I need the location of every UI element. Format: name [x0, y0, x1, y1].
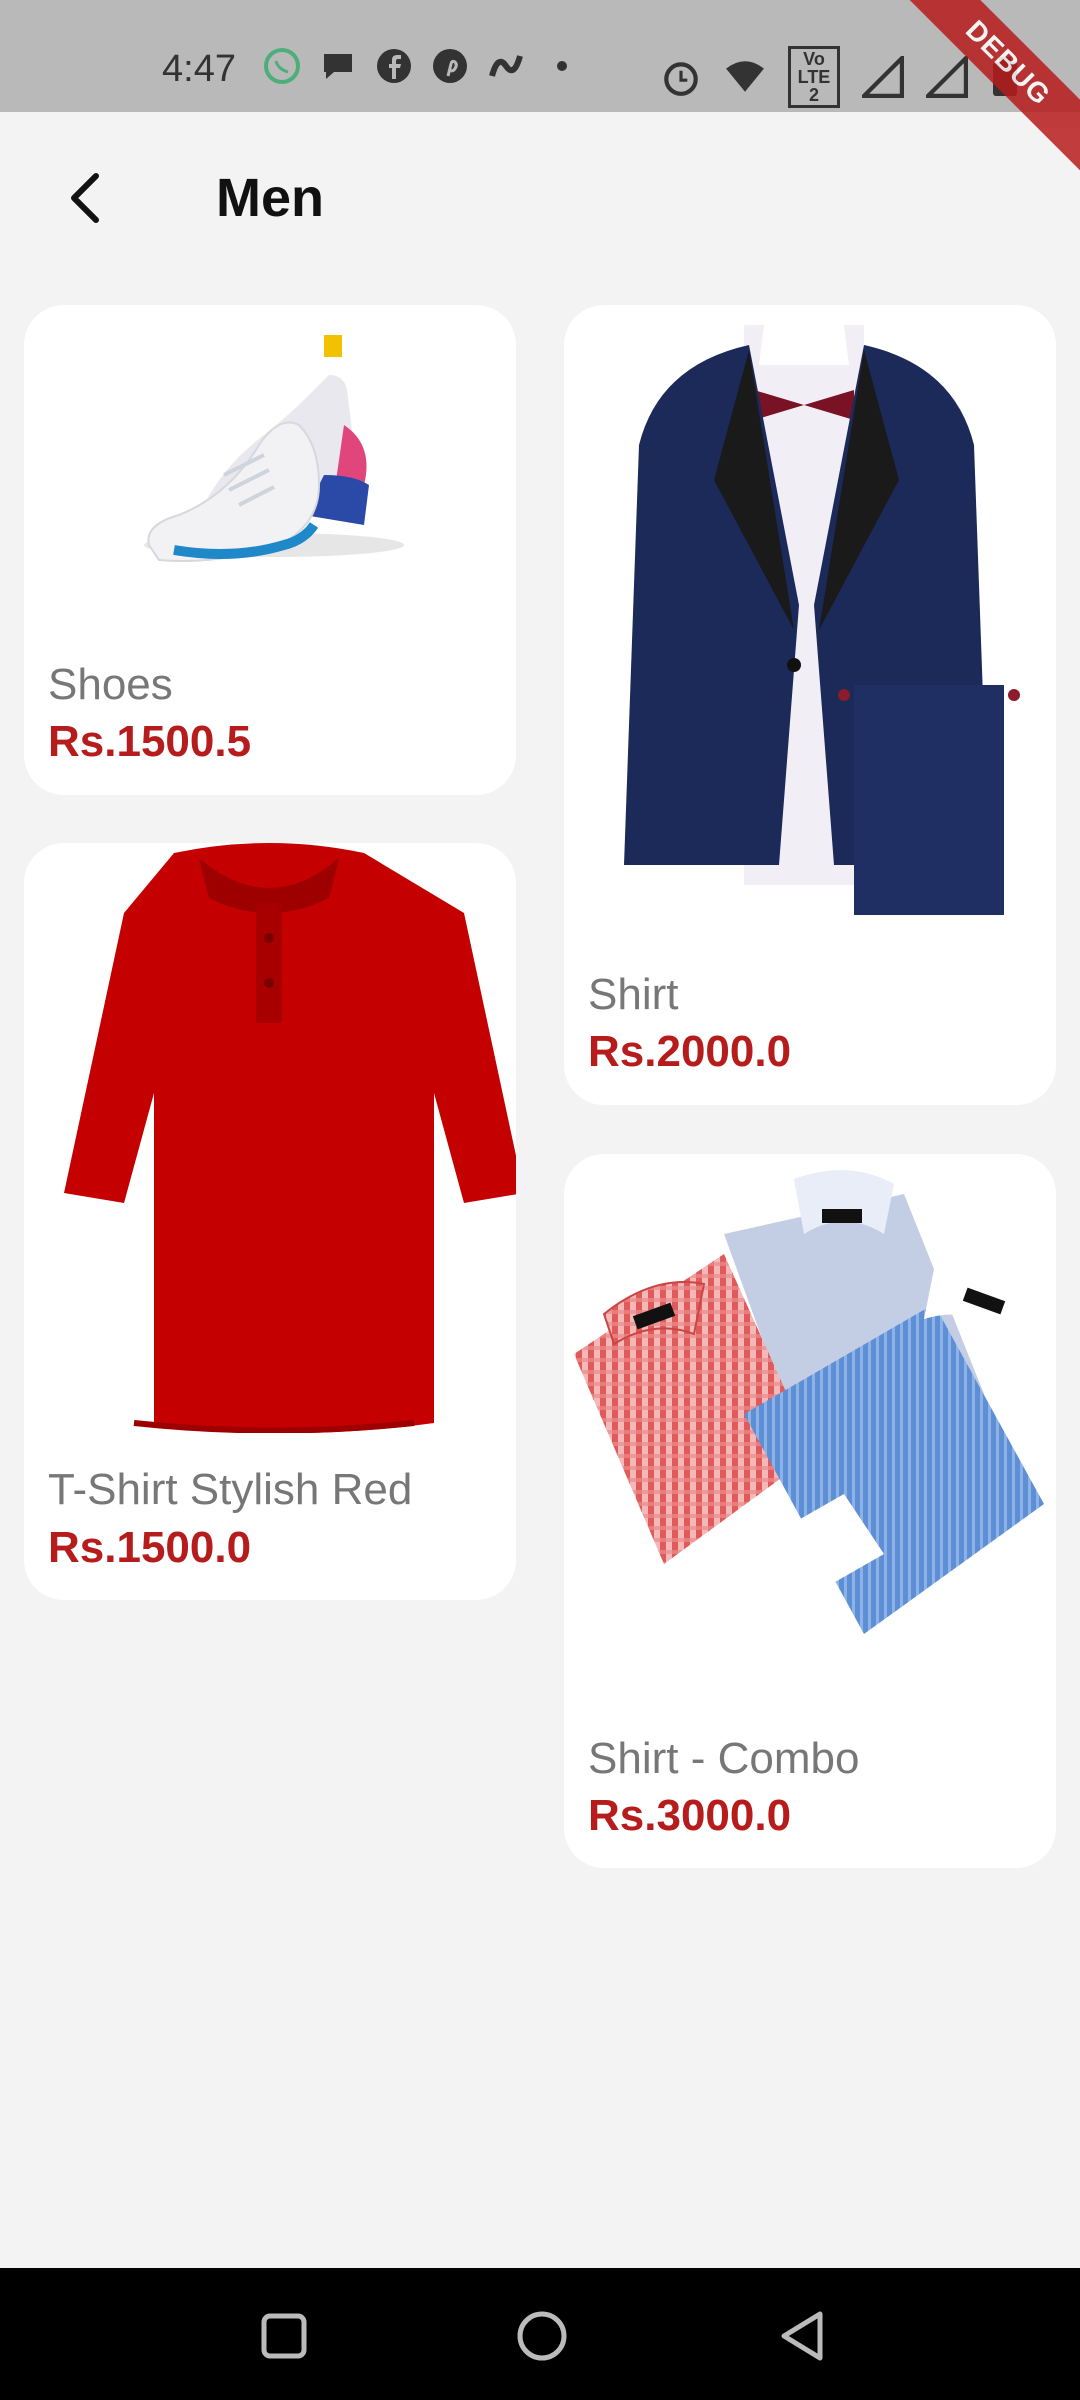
- back-triangle-icon: [781, 2311, 823, 2361]
- status-bar: 4:47 Vo LTE 2 DEBUG: [0, 0, 1080, 173]
- dot-icon: [557, 61, 567, 71]
- facebook-icon: [377, 49, 411, 83]
- home-button[interactable]: [512, 2306, 572, 2366]
- back-button[interactable]: [50, 162, 122, 234]
- signal-icon: [862, 56, 904, 98]
- product-image-shirt-combo: [574, 1170, 1044, 1634]
- product-name: T-Shirt Stylish Red: [48, 1465, 413, 1514]
- navigation-bar: [0, 2268, 1080, 2400]
- whatsapp-icon: [264, 48, 300, 84]
- app-bar: Men: [0, 112, 1080, 282]
- product-image-suit: [624, 317, 1020, 915]
- product-card[interactable]: T-Shirt Stylish Red Rs.1500.0: [24, 843, 516, 1600]
- product-card[interactable]: Shoes Rs.1500.5: [24, 305, 516, 795]
- alarm-icon: [664, 62, 698, 96]
- page-title: Men: [216, 168, 324, 228]
- product-price: Rs.3000.0: [588, 1791, 792, 1840]
- volte-icon: Vo LTE 2: [788, 46, 840, 108]
- status-time: 4:47: [162, 48, 236, 90]
- product-card[interactable]: Shirt - Combo Rs.3000.0: [564, 1154, 1056, 1868]
- recents-button[interactable]: [254, 2306, 314, 2366]
- product-price: Rs.2000.0: [588, 1027, 792, 1076]
- arrow-back-icon: [71, 173, 99, 223]
- system-back-button[interactable]: [772, 2306, 832, 2366]
- notification-icons: [262, 46, 582, 86]
- app-icon: [489, 55, 523, 77]
- pinterest-icon: [433, 49, 467, 83]
- product-price: Rs.1500.5: [48, 717, 252, 766]
- product-image-tshirt: [64, 843, 516, 1433]
- product-image-shoes: [144, 335, 404, 562]
- product-price: Rs.1500.0: [48, 1523, 252, 1572]
- product-name: Shirt - Combo: [588, 1734, 860, 1783]
- product-name: Shoes: [48, 660, 173, 709]
- signal-icon: [926, 56, 968, 98]
- home-circle-icon: [517, 2311, 567, 2361]
- recents-square-icon: [261, 2313, 307, 2359]
- product-name: Shirt: [588, 970, 679, 1019]
- chat-icon: [324, 54, 352, 79]
- product-card[interactable]: Shirt Rs.2000.0: [564, 305, 1056, 1105]
- wifi-icon: [726, 61, 764, 92]
